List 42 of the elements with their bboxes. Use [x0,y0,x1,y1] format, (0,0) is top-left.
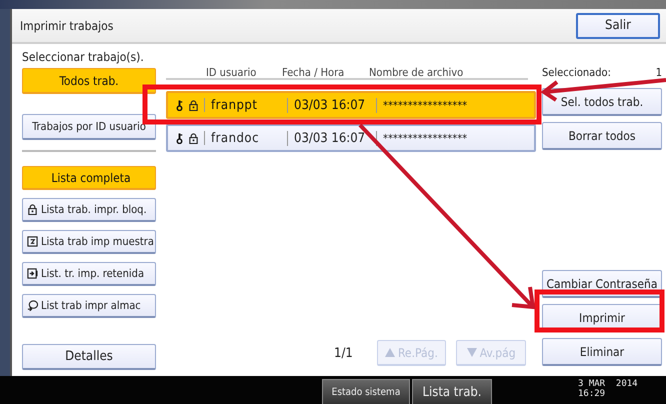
down-triangle-icon [466,348,477,357]
selected-label: Seleccionado: [542,66,611,81]
list-type-button[interactable]: Lista trab imp muestra [22,230,156,254]
column-header: ID usuario [206,67,258,78]
storage-icon [27,300,38,311]
date-time-cell: 03/03 16:07 [287,98,377,112]
key-icon [174,132,185,144]
lock-icon [188,100,199,110]
user-id-cell-text: franppt [210,98,258,112]
hold-icon [27,268,38,279]
filter-tab[interactable]: Trabajos por ID usuario [22,114,156,140]
details-button[interactable]: Detalles [22,344,156,370]
list-type-button[interactable]: List. tr. imp. retenida [22,262,156,286]
page-indicator: 1/1 [334,346,354,360]
list-type-button[interactable]: Lista trab. impr. bloq. [22,198,156,222]
job-row[interactable]: franppt 03/03 16:07 ***************** [166,91,536,119]
action-button[interactable]: Eliminar [542,338,662,366]
lock-icon [27,204,38,215]
action-button[interactable]: Borrar todos [542,122,662,150]
window-title: Imprimir trabajos [20,18,114,32]
date-time-cell: 03/03 16:07 [287,130,377,146]
column-header: Nombre de archivo [369,67,464,78]
document-icon [27,236,38,247]
up-triangle-icon [384,348,395,357]
file-name-cell-text: ***************** [382,132,468,144]
taskbar-button[interactable]: Lista trab. [412,379,492,404]
list-type-button[interactable]: Lista completa [22,166,156,190]
file-name-cell-text: ***************** [382,98,468,112]
exit-button[interactable]: Salir [576,12,660,38]
lock-icon [188,132,199,144]
user-id-cell-text: frandoc [210,130,260,146]
action-button[interactable]: Sel. todos trab. [542,88,662,116]
date-text: 3 MAR 2014 [578,379,638,389]
selected-count: 1 [656,66,662,81]
job-row[interactable]: frandoc 03/03 16:07 ***************** [166,124,536,152]
key-icon [174,100,185,110]
column-header: Fecha / Hora [282,67,346,78]
taskbar-button[interactable]: Estado sistema [322,379,410,404]
time-text: 16:29 [578,389,606,399]
list-type-button[interactable]: List trab impr almac [22,294,156,318]
filter-tab[interactable]: Todos trab. [22,68,156,94]
instruction-text: Seleccionar trabajo(s). [22,50,145,64]
